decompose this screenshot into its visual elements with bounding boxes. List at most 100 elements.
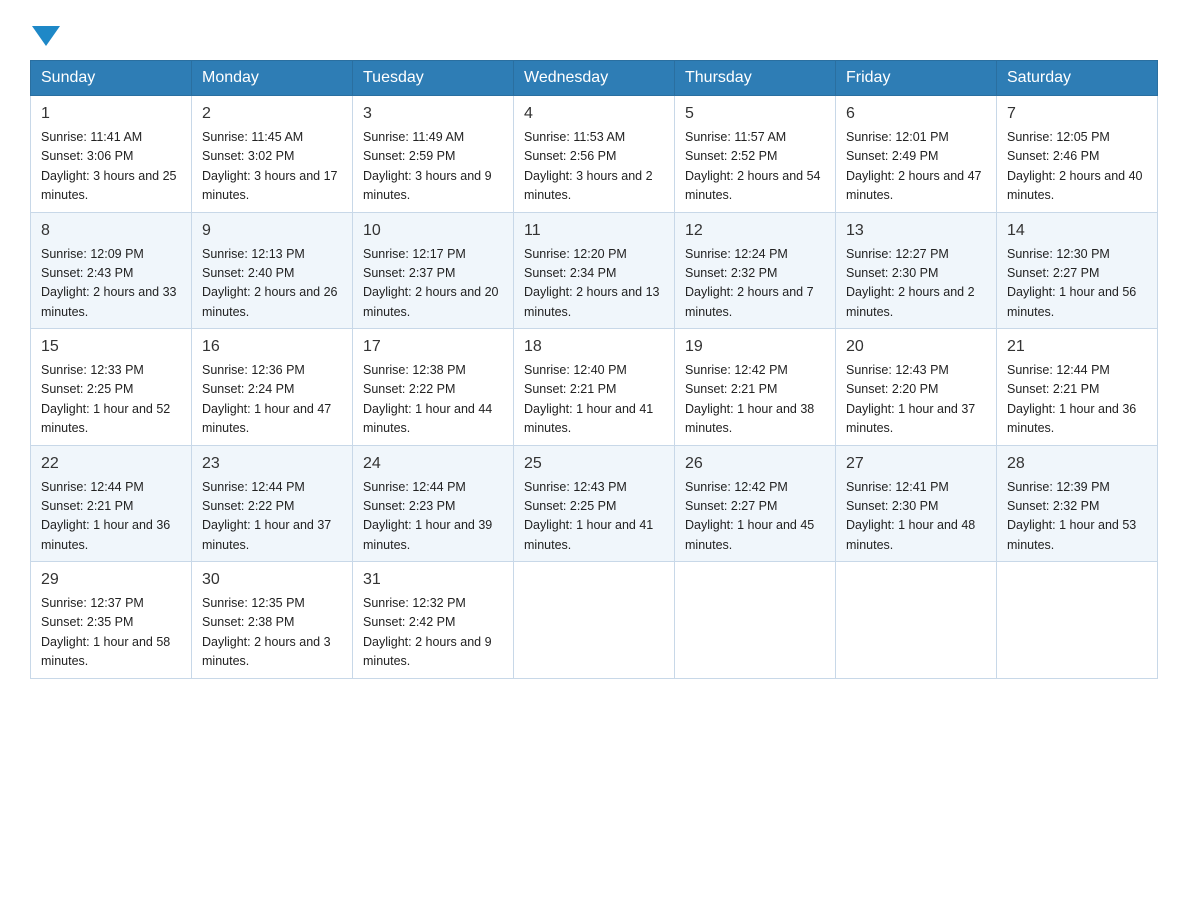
calendar-cell: 15Sunrise: 12:33 PMSunset: 2:25 PMDaylig… <box>31 329 192 446</box>
day-number: 8 <box>41 219 181 243</box>
weekday-header-monday: Monday <box>192 61 353 96</box>
day-number: 20 <box>846 335 986 359</box>
day-number: 25 <box>524 452 664 476</box>
day-number: 24 <box>363 452 503 476</box>
day-number: 10 <box>363 219 503 243</box>
calendar-cell: 23Sunrise: 12:44 PMSunset: 2:22 PMDaylig… <box>192 445 353 562</box>
calendar-cell: 26Sunrise: 12:42 PMSunset: 2:27 PMDaylig… <box>675 445 836 562</box>
day-info: Sunrise: 12:05 PMSunset: 2:46 PMDaylight… <box>1007 128 1147 206</box>
calendar-week-row: 8Sunrise: 12:09 PMSunset: 2:43 PMDayligh… <box>31 212 1158 329</box>
calendar-week-row: 1Sunrise: 11:41 AMSunset: 3:06 PMDayligh… <box>31 96 1158 213</box>
day-number: 11 <box>524 219 664 243</box>
calendar-week-row: 15Sunrise: 12:33 PMSunset: 2:25 PMDaylig… <box>31 329 1158 446</box>
weekday-header-wednesday: Wednesday <box>514 61 675 96</box>
day-info: Sunrise: 12:13 PMSunset: 2:40 PMDaylight… <box>202 245 342 323</box>
calendar-cell: 21Sunrise: 12:44 PMSunset: 2:21 PMDaylig… <box>997 329 1158 446</box>
day-number: 19 <box>685 335 825 359</box>
calendar-cell: 17Sunrise: 12:38 PMSunset: 2:22 PMDaylig… <box>353 329 514 446</box>
day-info: Sunrise: 12:42 PMSunset: 2:27 PMDaylight… <box>685 478 825 556</box>
day-info: Sunrise: 12:44 PMSunset: 2:21 PMDaylight… <box>1007 361 1147 439</box>
logo <box>30 20 62 40</box>
day-info: Sunrise: 12:37 PMSunset: 2:35 PMDaylight… <box>41 594 181 672</box>
calendar-cell <box>997 562 1158 679</box>
calendar-cell: 16Sunrise: 12:36 PMSunset: 2:24 PMDaylig… <box>192 329 353 446</box>
calendar-cell: 10Sunrise: 12:17 PMSunset: 2:37 PMDaylig… <box>353 212 514 329</box>
day-info: Sunrise: 12:24 PMSunset: 2:32 PMDaylight… <box>685 245 825 323</box>
page-header <box>30 20 1158 40</box>
calendar-cell <box>514 562 675 679</box>
day-number: 27 <box>846 452 986 476</box>
day-number: 21 <box>1007 335 1147 359</box>
day-number: 5 <box>685 102 825 126</box>
day-info: Sunrise: 12:38 PMSunset: 2:22 PMDaylight… <box>363 361 503 439</box>
day-info: Sunrise: 12:33 PMSunset: 2:25 PMDaylight… <box>41 361 181 439</box>
day-number: 1 <box>41 102 181 126</box>
day-info: Sunrise: 12:42 PMSunset: 2:21 PMDaylight… <box>685 361 825 439</box>
day-number: 29 <box>41 568 181 592</box>
calendar-cell: 14Sunrise: 12:30 PMSunset: 2:27 PMDaylig… <box>997 212 1158 329</box>
day-number: 3 <box>363 102 503 126</box>
calendar-cell: 1Sunrise: 11:41 AMSunset: 3:06 PMDayligh… <box>31 96 192 213</box>
day-number: 17 <box>363 335 503 359</box>
day-info: Sunrise: 12:36 PMSunset: 2:24 PMDaylight… <box>202 361 342 439</box>
day-info: Sunrise: 11:57 AMSunset: 2:52 PMDaylight… <box>685 128 825 206</box>
day-number: 7 <box>1007 102 1147 126</box>
day-info: Sunrise: 12:20 PMSunset: 2:34 PMDaylight… <box>524 245 664 323</box>
day-number: 18 <box>524 335 664 359</box>
day-info: Sunrise: 11:45 AMSunset: 3:02 PMDaylight… <box>202 128 342 206</box>
day-number: 16 <box>202 335 342 359</box>
day-number: 15 <box>41 335 181 359</box>
calendar-cell: 4Sunrise: 11:53 AMSunset: 2:56 PMDayligh… <box>514 96 675 213</box>
calendar-cell: 31Sunrise: 12:32 PMSunset: 2:42 PMDaylig… <box>353 562 514 679</box>
day-number: 13 <box>846 219 986 243</box>
day-number: 12 <box>685 219 825 243</box>
calendar-cell: 12Sunrise: 12:24 PMSunset: 2:32 PMDaylig… <box>675 212 836 329</box>
calendar-cell <box>836 562 997 679</box>
weekday-header-friday: Friday <box>836 61 997 96</box>
calendar-cell: 6Sunrise: 12:01 PMSunset: 2:49 PMDayligh… <box>836 96 997 213</box>
day-number: 6 <box>846 102 986 126</box>
day-info: Sunrise: 12:30 PMSunset: 2:27 PMDaylight… <box>1007 245 1147 323</box>
day-number: 23 <box>202 452 342 476</box>
calendar-cell: 13Sunrise: 12:27 PMSunset: 2:30 PMDaylig… <box>836 212 997 329</box>
day-number: 22 <box>41 452 181 476</box>
calendar-cell: 19Sunrise: 12:42 PMSunset: 2:21 PMDaylig… <box>675 329 836 446</box>
day-number: 9 <box>202 219 342 243</box>
day-info: Sunrise: 12:44 PMSunset: 2:23 PMDaylight… <box>363 478 503 556</box>
calendar-cell <box>675 562 836 679</box>
day-info: Sunrise: 12:09 PMSunset: 2:43 PMDaylight… <box>41 245 181 323</box>
calendar-cell: 24Sunrise: 12:44 PMSunset: 2:23 PMDaylig… <box>353 445 514 562</box>
calendar-cell: 28Sunrise: 12:39 PMSunset: 2:32 PMDaylig… <box>997 445 1158 562</box>
day-number: 28 <box>1007 452 1147 476</box>
calendar-cell: 9Sunrise: 12:13 PMSunset: 2:40 PMDayligh… <box>192 212 353 329</box>
day-number: 14 <box>1007 219 1147 243</box>
day-info: Sunrise: 12:01 PMSunset: 2:49 PMDaylight… <box>846 128 986 206</box>
day-number: 2 <box>202 102 342 126</box>
calendar-cell: 7Sunrise: 12:05 PMSunset: 2:46 PMDayligh… <box>997 96 1158 213</box>
calendar-header-row: SundayMondayTuesdayWednesdayThursdayFrid… <box>31 61 1158 96</box>
day-info: Sunrise: 12:17 PMSunset: 2:37 PMDaylight… <box>363 245 503 323</box>
day-info: Sunrise: 12:40 PMSunset: 2:21 PMDaylight… <box>524 361 664 439</box>
calendar-cell: 3Sunrise: 11:49 AMSunset: 2:59 PMDayligh… <box>353 96 514 213</box>
day-number: 4 <box>524 102 664 126</box>
day-info: Sunrise: 12:32 PMSunset: 2:42 PMDaylight… <box>363 594 503 672</box>
calendar-cell: 29Sunrise: 12:37 PMSunset: 2:35 PMDaylig… <box>31 562 192 679</box>
calendar-cell: 8Sunrise: 12:09 PMSunset: 2:43 PMDayligh… <box>31 212 192 329</box>
weekday-header-thursday: Thursday <box>675 61 836 96</box>
day-info: Sunrise: 11:49 AMSunset: 2:59 PMDaylight… <box>363 128 503 206</box>
weekday-header-sunday: Sunday <box>31 61 192 96</box>
day-number: 30 <box>202 568 342 592</box>
day-number: 31 <box>363 568 503 592</box>
day-info: Sunrise: 11:41 AMSunset: 3:06 PMDaylight… <box>41 128 181 206</box>
day-number: 26 <box>685 452 825 476</box>
day-info: Sunrise: 12:43 PMSunset: 2:25 PMDaylight… <box>524 478 664 556</box>
weekday-header-saturday: Saturday <box>997 61 1158 96</box>
calendar-cell: 30Sunrise: 12:35 PMSunset: 2:38 PMDaylig… <box>192 562 353 679</box>
calendar-cell: 11Sunrise: 12:20 PMSunset: 2:34 PMDaylig… <box>514 212 675 329</box>
day-info: Sunrise: 12:43 PMSunset: 2:20 PMDaylight… <box>846 361 986 439</box>
day-info: Sunrise: 12:27 PMSunset: 2:30 PMDaylight… <box>846 245 986 323</box>
calendar-table: SundayMondayTuesdayWednesdayThursdayFrid… <box>30 60 1158 679</box>
day-info: Sunrise: 12:44 PMSunset: 2:22 PMDaylight… <box>202 478 342 556</box>
day-info: Sunrise: 11:53 AMSunset: 2:56 PMDaylight… <box>524 128 664 206</box>
calendar-week-row: 29Sunrise: 12:37 PMSunset: 2:35 PMDaylig… <box>31 562 1158 679</box>
